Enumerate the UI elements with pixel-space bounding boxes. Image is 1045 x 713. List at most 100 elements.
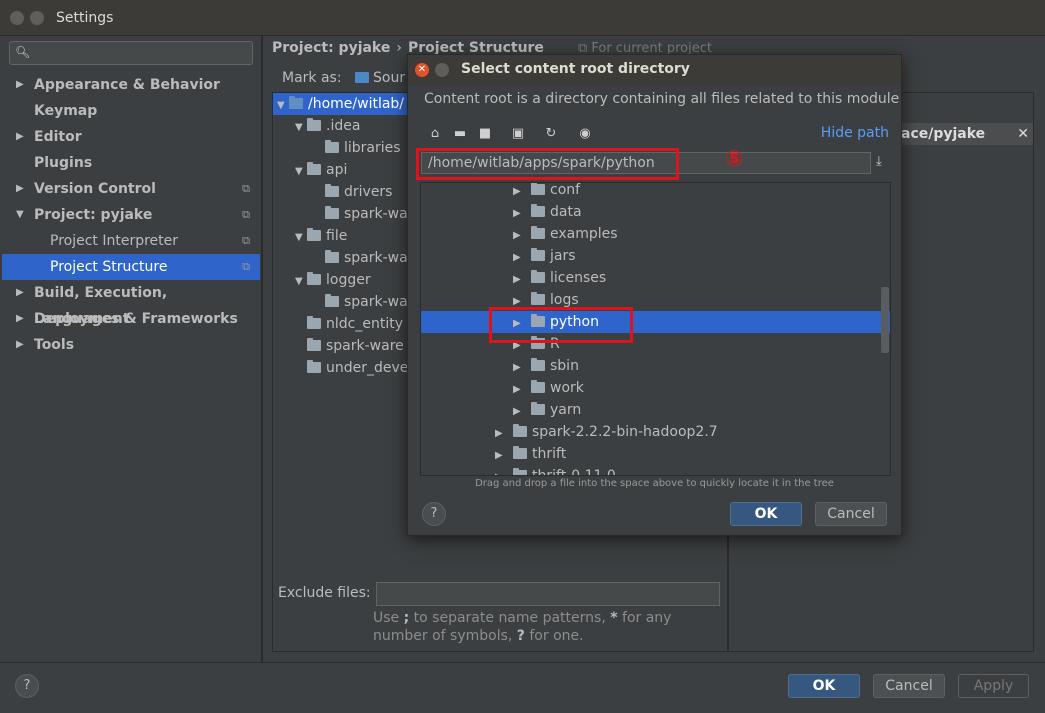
chevron-down-icon[interactable]: ▼ — [295, 227, 307, 249]
chevron-right-icon[interactable]: ▶ — [513, 203, 531, 225]
folder-icon — [325, 294, 339, 307]
chevron-right-icon[interactable]: ▶ — [16, 280, 24, 306]
refresh-icon[interactable]: ↻ — [542, 125, 560, 143]
hide-path-link[interactable]: Hide path — [821, 125, 889, 141]
chevron-right-icon[interactable]: ▶ — [16, 176, 24, 202]
help-button[interactable]: ? — [15, 674, 39, 698]
chevron-right-icon[interactable]: ▶ — [513, 225, 531, 247]
chevron-right-icon[interactable]: ▶ — [495, 445, 513, 467]
show-hidden-icon[interactable]: ◉ — [576, 125, 594, 143]
chevron-right-icon[interactable]: ▶ — [513, 379, 531, 401]
hint-part: to separate name patterns, — [413, 610, 606, 626]
chevron-right-icon[interactable]: ▶ — [16, 306, 24, 332]
chevron-down-icon[interactable]: ▼ — [295, 117, 307, 139]
directory-node-label: logs — [550, 292, 579, 308]
window-close-button[interactable] — [10, 11, 24, 25]
sidebar-item[interactable]: Project Interpreter ⧉ — [2, 228, 260, 254]
directory-node[interactable]: ▶ examples — [421, 223, 890, 245]
folder-icon — [531, 248, 545, 261]
cancel-button[interactable]: Cancel — [873, 674, 945, 698]
chevron-down-icon[interactable]: ▼ — [16, 202, 24, 228]
apply-button[interactable]: Apply — [958, 674, 1029, 698]
exclude-files-input[interactable] — [376, 582, 720, 606]
folder-icon — [307, 228, 321, 241]
chevron-right-icon[interactable]: ▶ — [16, 332, 24, 358]
chevron-right-icon[interactable]: ▶ — [513, 357, 531, 379]
chevron-right-icon[interactable]: ▶ — [495, 467, 513, 475]
settings-sidebar: 🔍︎ ▶ Appearance & Behavior Keymap ▶ Editor Pl… — [0, 36, 262, 662]
chevron-right-icon[interactable]: ▶ — [513, 183, 531, 203]
home-icon[interactable]: ⌂ — [426, 125, 444, 143]
hint-part: for one. — [529, 628, 584, 644]
desktop-icon[interactable]: ▬ — [451, 125, 469, 143]
folder-icon — [307, 360, 321, 373]
tree-node-label: spark-wa — [344, 250, 408, 266]
sidebar-item[interactable]: Project Structure ⧉ — [2, 254, 260, 280]
sidebar-item[interactable]: Keymap — [2, 98, 260, 124]
folder-icon — [531, 358, 545, 371]
folder-icon — [531, 204, 545, 217]
mark-as-sources-button[interactable]: Sour — [355, 70, 405, 86]
mark-as-label: Mark as: — [282, 70, 342, 86]
chevron-down-icon[interactable]: ▼ — [295, 161, 307, 183]
chevron-right-icon[interactable]: ▶ — [16, 124, 24, 150]
folder-icon — [307, 118, 321, 131]
chevron-right-icon[interactable]: ▶ — [513, 247, 531, 269]
directory-node[interactable]: ▶ thrift-0.11.0 — [421, 465, 890, 475]
sidebar-item[interactable]: ▶ Version Control ⧉ — [2, 176, 260, 202]
settings-search-input[interactable]: 🔍︎ — [9, 41, 253, 65]
sidebar-item[interactable]: Plugins — [2, 150, 260, 176]
breadcrumb-separator: › — [396, 40, 402, 56]
project-folder-icon[interactable]: ■ — [476, 125, 494, 143]
chevron-right-icon[interactable]: ▶ — [16, 72, 24, 98]
dialog-minimize-icon[interactable] — [435, 63, 449, 77]
directory-node-label: examples — [550, 226, 618, 242]
directory-node[interactable]: ▶ work — [421, 377, 890, 399]
tree-node-label: under_deve — [326, 360, 409, 376]
remove-content-root-icon[interactable]: ✕ — [1017, 123, 1029, 145]
directory-node-label: work — [550, 380, 584, 396]
sidebar-item[interactable]: ▶ Languages & Frameworks — [2, 306, 260, 332]
exclude-files-label: Exclude files: — [278, 585, 371, 601]
directory-node[interactable]: ▶ thrift — [421, 443, 890, 465]
chevron-down-icon[interactable]: ▼ — [295, 271, 307, 293]
sidebar-item[interactable]: ▼ Project: pyjake ⧉ — [2, 202, 260, 228]
dialog-help-button[interactable]: ? — [422, 502, 446, 526]
chevron-right-icon[interactable]: ▶ — [495, 423, 513, 445]
directory-node[interactable]: ▶ spark-2.2.2-bin-hadoop2.7 — [421, 421, 890, 443]
hint-star: * — [610, 610, 618, 626]
chevron-right-icon[interactable]: ▶ — [513, 269, 531, 291]
directory-node[interactable]: ▶ yarn — [421, 399, 890, 421]
ok-button[interactable]: OK — [788, 674, 860, 698]
download-icon[interactable]: ⤓ — [876, 154, 882, 169]
dialog-close-icon[interactable]: ✕ — [415, 63, 429, 77]
chevron-down-icon[interactable]: ▼ — [277, 95, 289, 117]
folder-icon — [307, 272, 321, 285]
sidebar-item[interactable]: ▶ Appearance & Behavior — [2, 72, 260, 98]
dialog-ok-button[interactable]: OK — [730, 502, 802, 526]
sidebar-item-label: Tools — [34, 337, 75, 353]
folder-icon — [513, 468, 527, 475]
folder-icon — [289, 96, 303, 109]
directory-node-label: data — [550, 204, 582, 220]
sidebar-item[interactable]: ▶ Tools — [2, 332, 260, 358]
directory-node[interactable]: ▶ licenses — [421, 267, 890, 289]
directory-node[interactable]: ▶ sbin — [421, 355, 890, 377]
directory-node[interactable]: ▶ data — [421, 201, 890, 223]
drag-drop-hint: Drag and drop a file into the space abov… — [475, 478, 834, 489]
directory-node[interactable]: ▶ jars — [421, 245, 890, 267]
annotation-box-python — [489, 307, 633, 343]
chevron-right-icon[interactable]: ▶ — [513, 401, 531, 423]
tree-node-label: logger — [326, 272, 371, 288]
sidebar-item[interactable]: ▶ Editor — [2, 124, 260, 150]
annotation-number: ⑤ — [725, 147, 744, 172]
directory-node[interactable]: ▶ conf — [421, 183, 890, 203]
sidebar-item-label: Languages & Frameworks — [34, 311, 238, 327]
tree-scrollbar[interactable] — [881, 287, 889, 353]
breadcrumb-parent[interactable]: Project: pyjake — [272, 40, 390, 56]
dialog-cancel-button[interactable]: Cancel — [815, 502, 887, 526]
new-folder-icon[interactable]: ▣ — [509, 125, 527, 143]
tree-node-label: libraries — [344, 140, 401, 156]
window-minimize-button[interactable] — [30, 11, 44, 25]
sidebar-item[interactable]: ▶ Build, Execution, Deployment — [2, 280, 260, 327]
